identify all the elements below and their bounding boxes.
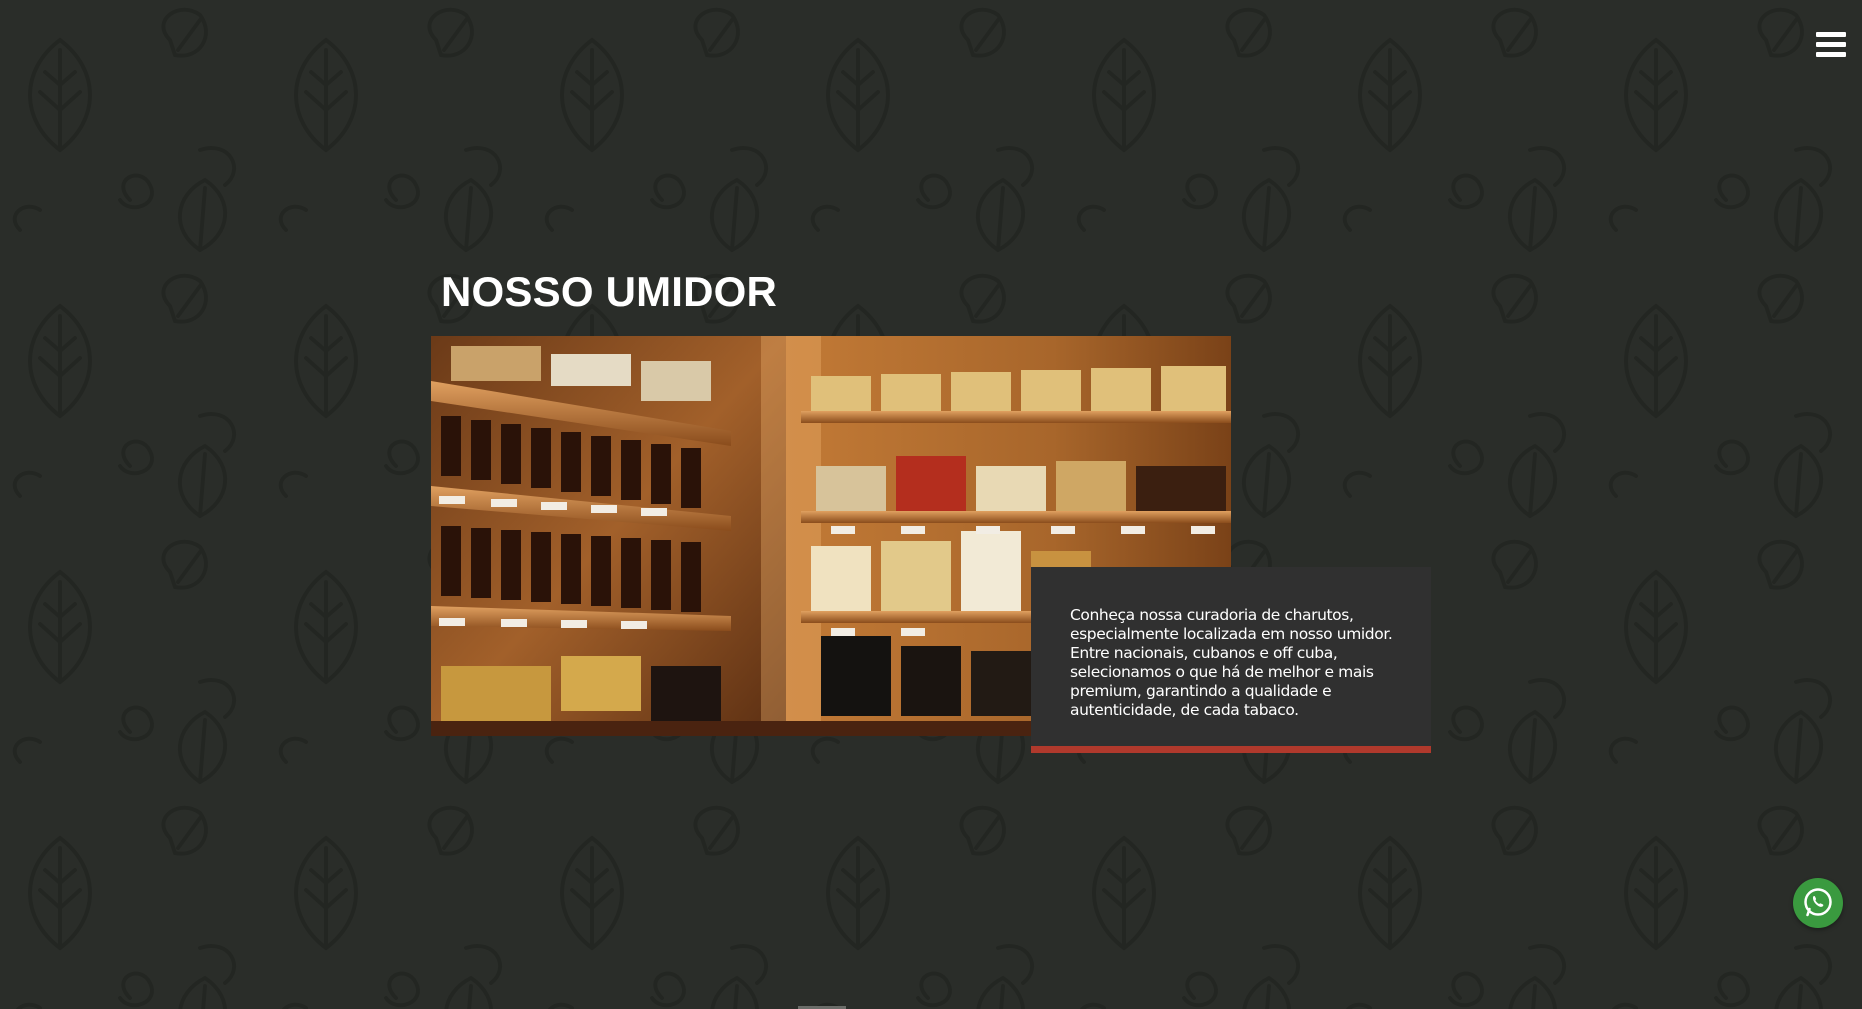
info-card-text: Conheça nossa curadoria de charutos, esp… — [1070, 606, 1393, 719]
whatsapp-button[interactable] — [1793, 878, 1843, 928]
info-card: Conheça nossa curadoria de charutos, esp… — [1031, 567, 1431, 753]
hamburger-menu-icon-bar — [1816, 52, 1846, 57]
menu-button[interactable] — [1816, 30, 1846, 60]
hamburger-menu-icon — [1816, 32, 1846, 37]
section-title: NOSSO UMIDOR — [441, 268, 778, 315]
hamburger-menu-icon-bar — [1816, 42, 1846, 47]
whatsapp-icon — [1804, 888, 1832, 917]
